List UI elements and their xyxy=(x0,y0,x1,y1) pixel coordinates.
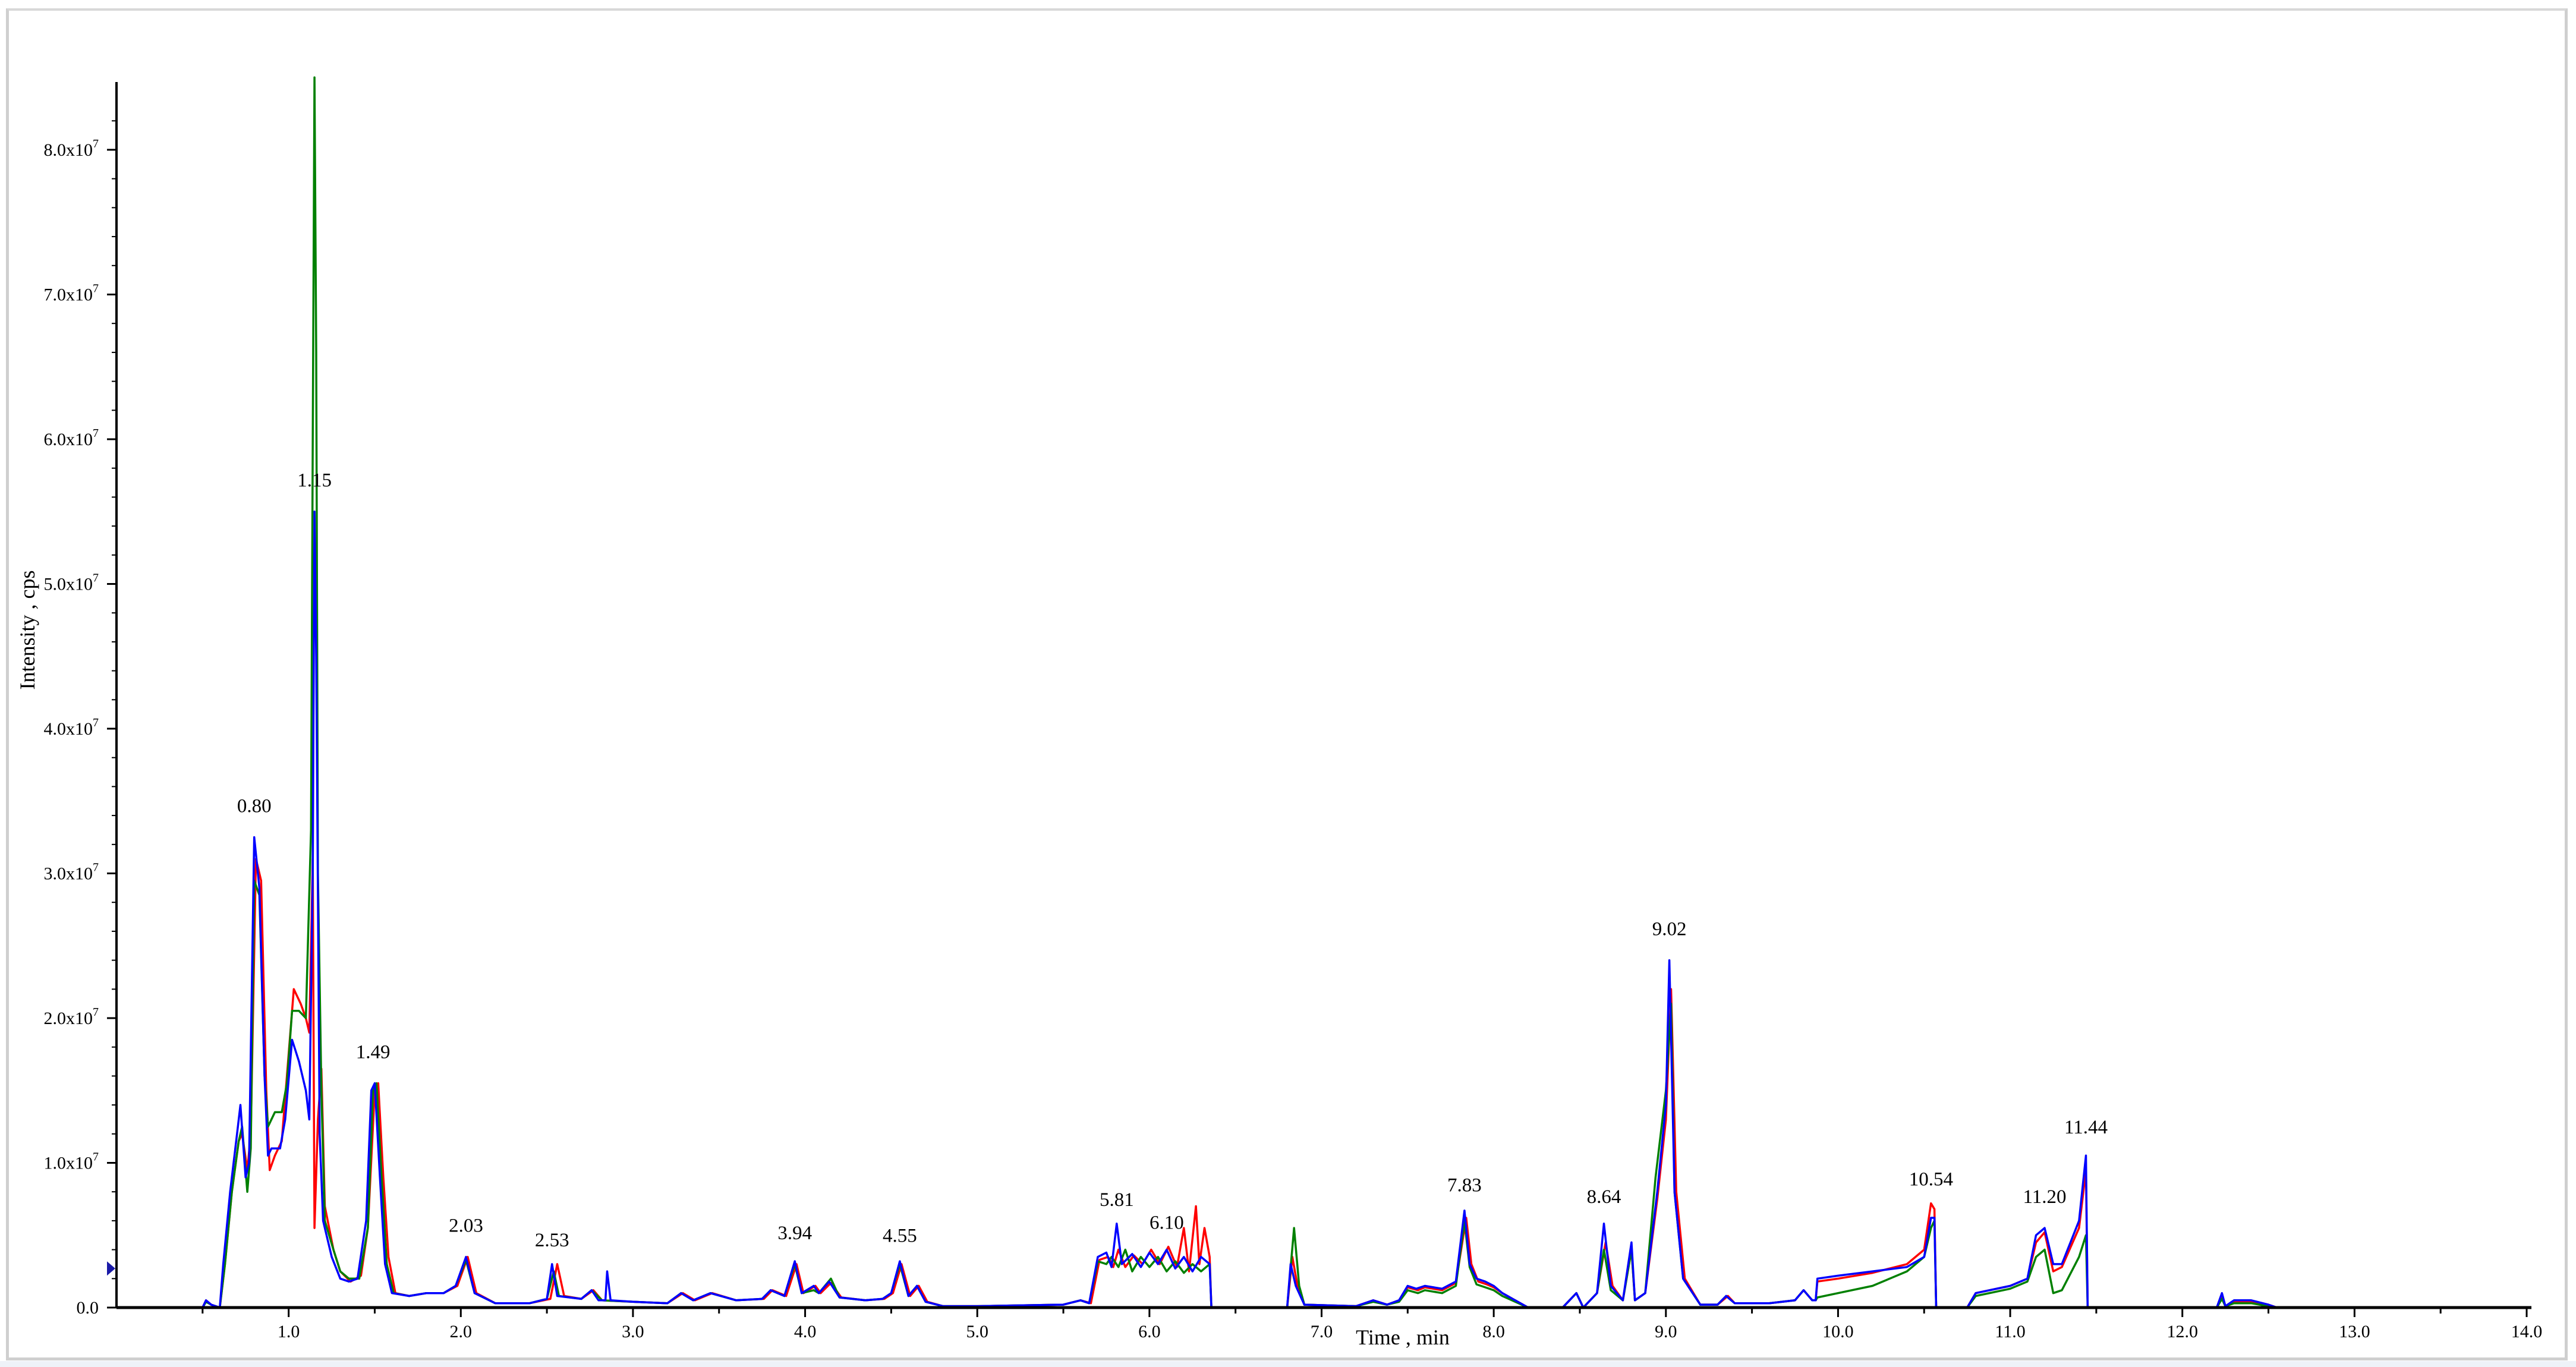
y-tick-label: 0.0 xyxy=(77,1298,99,1318)
y-tick-label: 1.0x107 xyxy=(44,1151,99,1173)
x-tick-label: 2.0 xyxy=(450,1322,473,1341)
y-tick-label: 4.0x107 xyxy=(44,716,99,739)
traces xyxy=(201,76,2278,1309)
x-tick-label: 9.0 xyxy=(1655,1322,1677,1341)
trace-blue xyxy=(201,511,2278,1309)
x-tick-label: 6.0 xyxy=(1138,1322,1161,1341)
y-tick-label: 5.0x107 xyxy=(44,572,99,594)
peak-label: 10.54 xyxy=(1909,1169,1953,1190)
x-tick-label: 14.0 xyxy=(2511,1322,2543,1341)
y-tick-label: 2.0x107 xyxy=(44,1006,99,1028)
peak-labels: 0.80 1.15 1.49 2.03 2.53 3.94 4.55 5.81 6.10 7.83… xyxy=(237,470,2108,1251)
x-tick-label: 11.0 xyxy=(1995,1322,2025,1341)
y-tick-label: 8.0x107 xyxy=(44,137,99,160)
y-tick-label: 6.0x107 xyxy=(44,427,99,449)
x-tick-label: 12.0 xyxy=(2166,1322,2198,1341)
peak-label: 4.55 xyxy=(883,1226,917,1247)
trace-green xyxy=(201,76,2278,1309)
peak-label: 9.02 xyxy=(1652,918,1687,940)
chromatogram-chart: 0.0 1.0x107 2.0x107 3.0x107 4.0x107 5.0x107 6.… xyxy=(15,76,2543,1349)
x-tick-label: 5.0 xyxy=(966,1322,988,1341)
peak-label: 7.83 xyxy=(1447,1174,1482,1196)
peak-label: 11.44 xyxy=(2064,1117,2108,1138)
peak-label: 6.10 xyxy=(1150,1212,1184,1234)
peak-label: 5.81 xyxy=(1100,1189,1134,1211)
axes: 0.0 1.0x107 2.0x107 3.0x107 4.0x107 5.0x107 6.… xyxy=(44,82,2543,1341)
x-axis-title: Time , min xyxy=(1356,1325,1450,1349)
x-tick-label: 10.0 xyxy=(1822,1322,1854,1341)
peak-label: 0.80 xyxy=(237,795,272,817)
x-tick-label: 1.0 xyxy=(278,1322,300,1341)
peak-label: 2.53 xyxy=(535,1230,569,1251)
peak-label: 8.64 xyxy=(1587,1186,1621,1208)
x-tick-label: 3.0 xyxy=(622,1322,644,1341)
peak-label: 1.15 xyxy=(297,470,332,492)
x-tick-label: 7.0 xyxy=(1311,1322,1333,1341)
x-tick-label: 13.0 xyxy=(2339,1322,2370,1341)
x-tick-label: 4.0 xyxy=(794,1322,817,1341)
trace-red xyxy=(201,858,2278,1309)
baseline-marker-icon xyxy=(107,1261,115,1276)
y-tick-label: 3.0x107 xyxy=(44,861,99,884)
y-axis-title: Intensity , cps xyxy=(15,571,39,690)
peak-label: 11.20 xyxy=(2023,1186,2066,1208)
peak-label: 3.94 xyxy=(777,1223,812,1244)
peak-label: 2.03 xyxy=(449,1215,483,1237)
y-tick-label: 7.0x107 xyxy=(44,282,99,305)
x-tick-label: 8.0 xyxy=(1482,1322,1505,1341)
peak-label: 1.49 xyxy=(356,1041,391,1063)
